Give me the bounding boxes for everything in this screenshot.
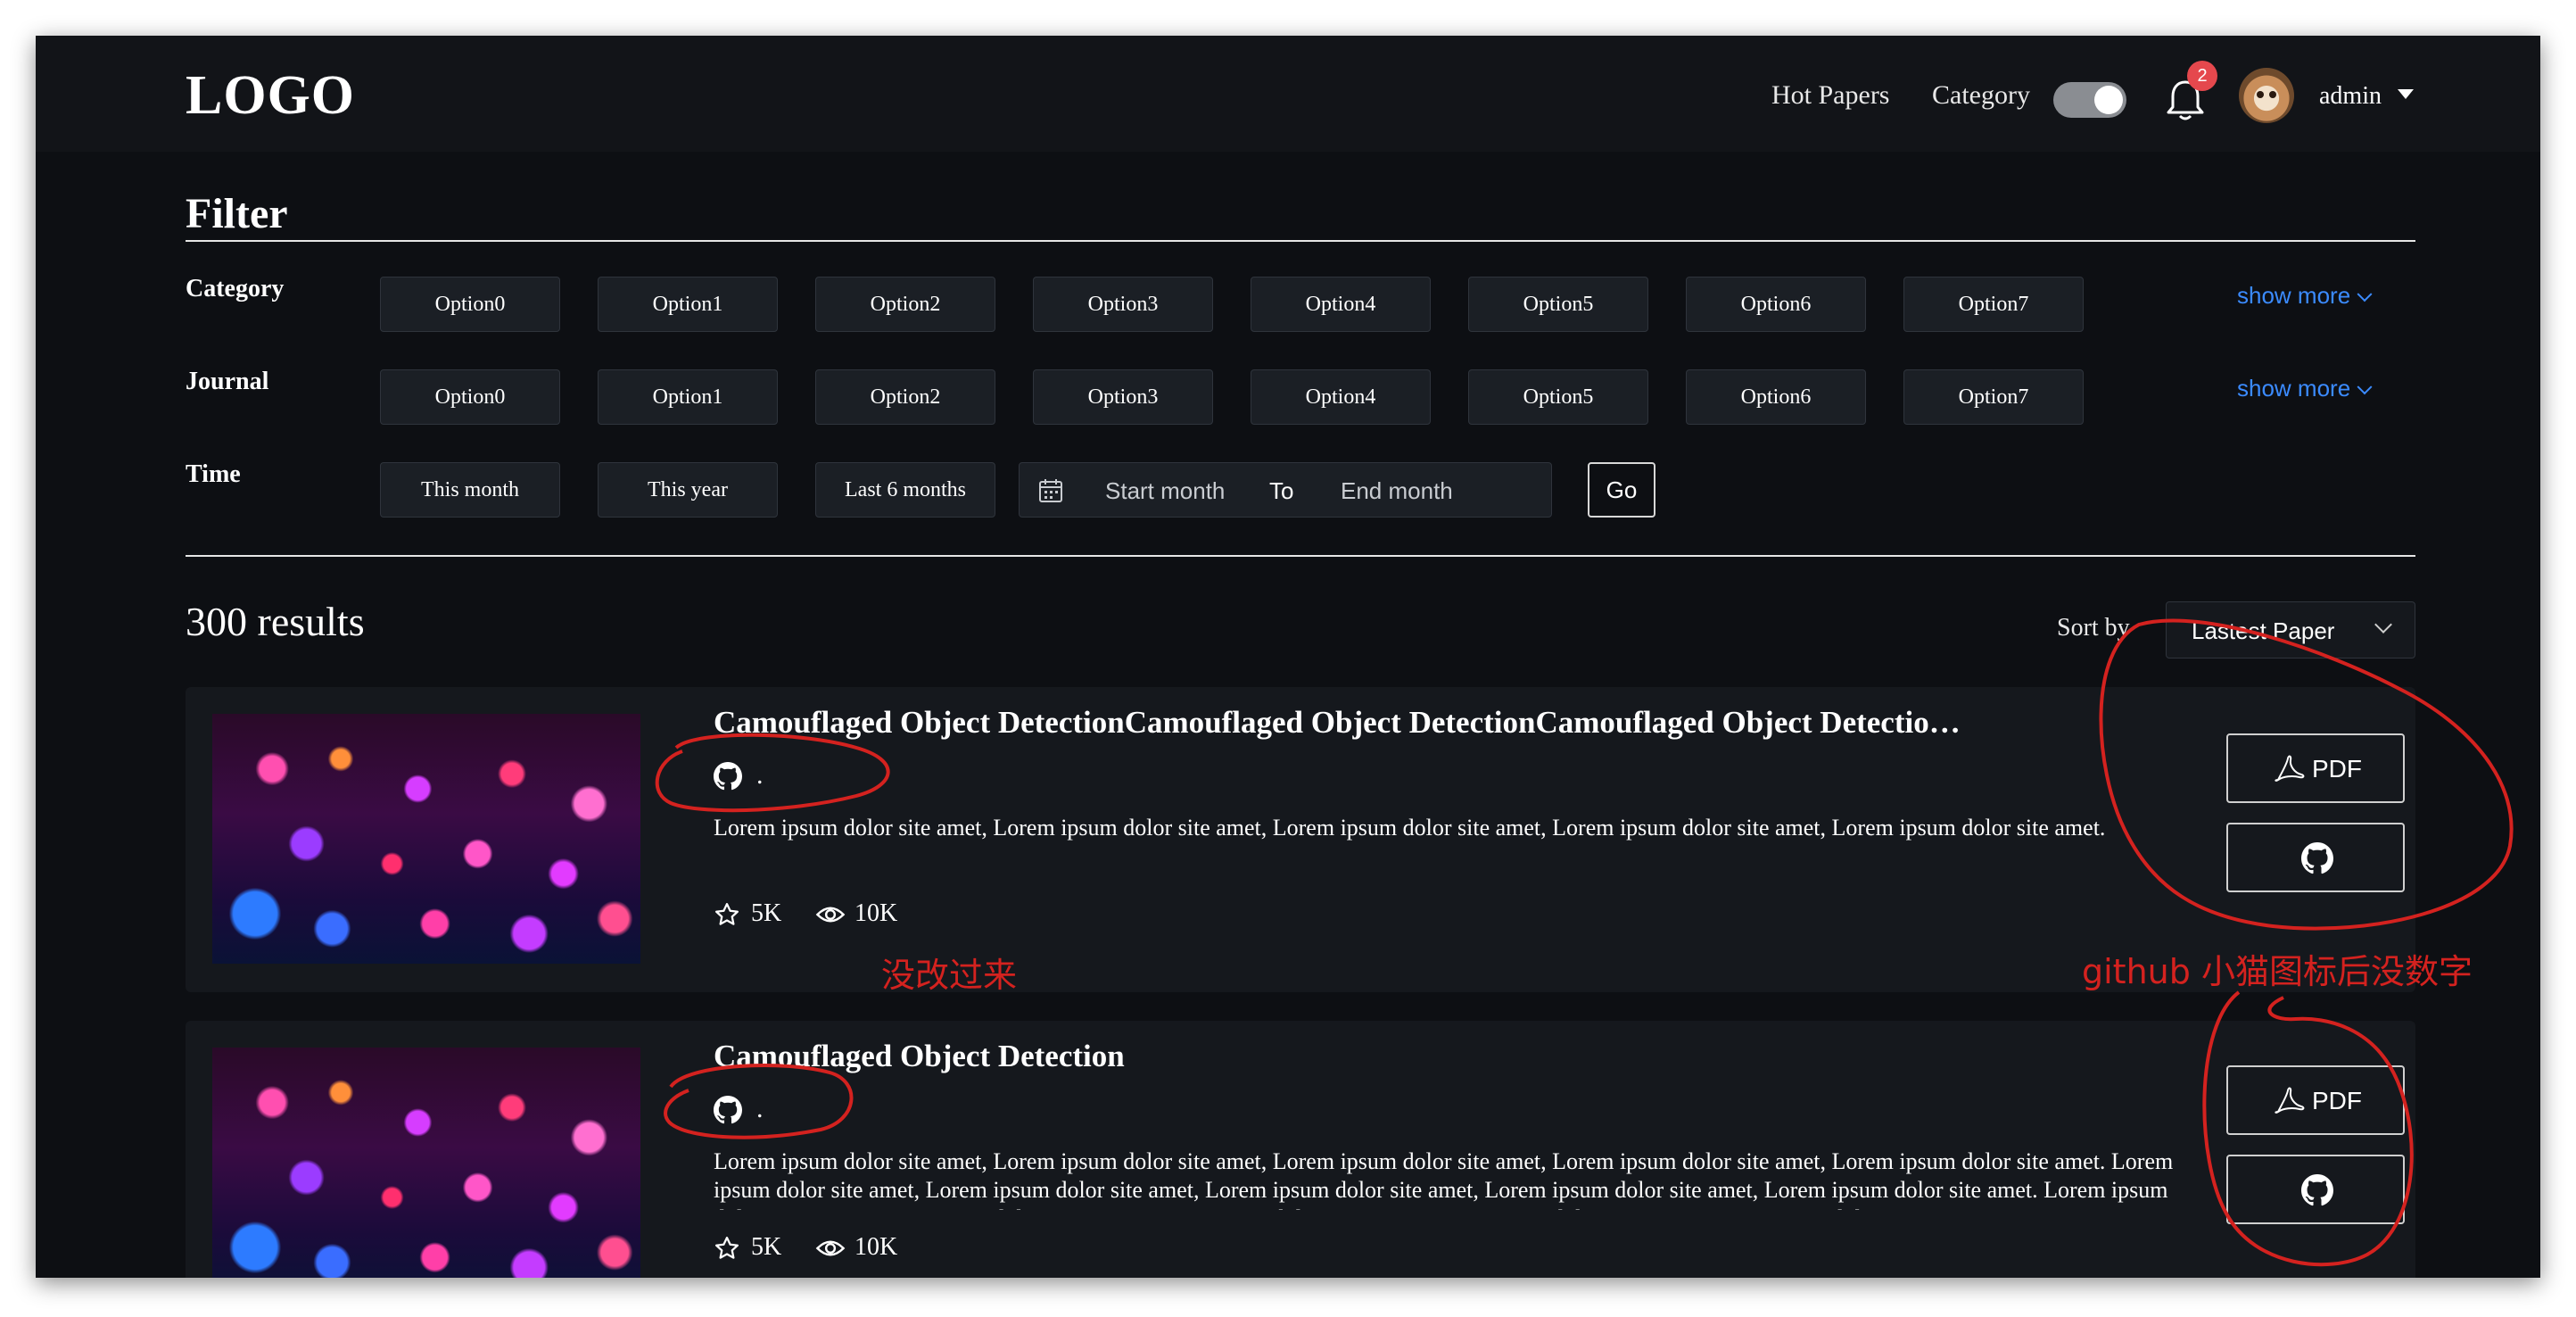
journal-label: Journal [186,368,269,395]
top-header: LOGO Hot Papers Category 2 admin [36,36,2540,152]
sort-select[interactable]: Lastest Paper [2166,601,2415,658]
github-icon [2301,1174,2333,1206]
chevron-down-icon [2357,379,2373,395]
category-option-1[interactable]: Option1 [598,277,778,332]
go-button[interactable]: Go [1588,462,1655,518]
category-option-3[interactable]: Option3 [1033,277,1213,332]
filter-title: Filter [186,190,288,237]
user-menu[interactable]: admin [2319,82,2382,111]
avatar[interactable] [2239,68,2294,123]
view-count: 10K [855,1233,898,1261]
app-window: LOGO Hot Papers Category 2 admin Filter … [36,36,2540,1278]
paper-thumbnail[interactable] [212,714,640,964]
star-count: 5K [751,1233,782,1261]
category-option-4[interactable]: Option4 [1251,277,1431,332]
time-this-year[interactable]: This year [598,462,778,518]
star-icon[interactable] [714,901,740,928]
github-star-count: . [756,1094,764,1123]
show-more-label: show more [2237,375,2351,402]
pdf-button[interactable]: PDF [2226,733,2405,803]
sort-value: Lastest Paper [2192,617,2335,644]
journal-option-0[interactable]: Option0 [380,369,560,425]
divider [186,555,2415,557]
time-this-month[interactable]: This month [380,462,560,518]
category-option-2[interactable]: Option2 [815,277,995,332]
nav-category[interactable]: Category [1932,80,2030,111]
calendar-icon [1039,479,1062,502]
category-option-5[interactable]: Option5 [1468,277,1648,332]
star-count: 5K [751,899,782,927]
eye-icon [815,907,846,923]
github-star-count: . [756,760,764,790]
journal-option-1[interactable]: Option1 [598,369,778,425]
chevron-down-icon [2357,286,2373,302]
end-month-input[interactable]: End month [1341,477,1453,505]
category-option-7[interactable]: Option7 [1903,277,2084,332]
paper-abstract: Lorem ipsum dolor site amet, Lorem ipsum… [714,1148,2174,1210]
eye-icon [815,1240,846,1256]
notification-badge: 2 [2187,61,2217,91]
pdf-button[interactable]: PDF [2226,1065,2405,1135]
divider [186,240,2415,242]
paper-title[interactable]: Camouflaged Object DetectionCamouflaged … [714,705,1962,741]
journal-option-2[interactable]: Option2 [815,369,995,425]
acrobat-icon [2275,755,2305,782]
results-count: 300 results [186,599,365,644]
acrobat-icon [2275,1087,2305,1114]
category-option-0[interactable]: Option0 [380,277,560,332]
github-button[interactable] [2226,1155,2405,1224]
github-icon[interactable] [714,1096,742,1124]
caret-down-icon[interactable] [2398,89,2414,99]
github-icon[interactable] [714,762,742,791]
time-last-6-months[interactable]: Last 6 months [815,462,995,518]
sort-label: Sort by [2057,614,2130,642]
journal-option-5[interactable]: Option5 [1468,369,1648,425]
category-show-more[interactable]: show more [2237,282,2373,310]
show-more-label: show more [2237,282,2351,309]
view-count: 10K [855,899,898,927]
date-range-separator: To [1269,477,1294,504]
journal-show-more[interactable]: show more [2237,375,2373,402]
pdf-label: PDF [2312,755,2362,783]
paper-card[interactable]: Camouflaged Object DetectionCamouflaged … [186,687,2415,992]
paper-card[interactable]: Camouflaged Object Detection . Lorem ips… [186,1021,2415,1278]
category-label: Category [186,275,285,302]
nav-hot-papers[interactable]: Hot Papers [1771,80,1889,111]
journal-option-4[interactable]: Option4 [1251,369,1431,425]
journal-option-7[interactable]: Option7 [1903,369,2084,425]
paper-abstract: Lorem ipsum dolor site amet, Lorem ipsum… [714,815,2106,841]
annotation-note: github 小猫图标后没数字 [2082,952,2473,991]
journal-option-6[interactable]: Option6 [1686,369,1866,425]
annotation-note: 没改过来 [881,956,1018,995]
github-icon [2301,842,2333,874]
logo[interactable]: LOGO [186,64,355,128]
category-option-6[interactable]: Option6 [1686,277,1866,332]
github-button[interactable] [2226,823,2405,892]
paper-thumbnail[interactable] [212,1048,640,1278]
toggle-knob [2094,86,2123,114]
time-label: Time [186,460,241,488]
journal-option-3[interactable]: Option3 [1033,369,1213,425]
paper-title[interactable]: Camouflaged Object Detection [714,1039,1962,1074]
theme-toggle[interactable] [2053,82,2126,118]
star-icon[interactable] [714,1235,740,1262]
chevron-down-icon [2374,616,2392,634]
date-range-picker[interactable]: Start month To End month [1019,462,1552,518]
pdf-label: PDF [2312,1087,2362,1114]
start-month-input[interactable]: Start month [1105,477,1225,505]
